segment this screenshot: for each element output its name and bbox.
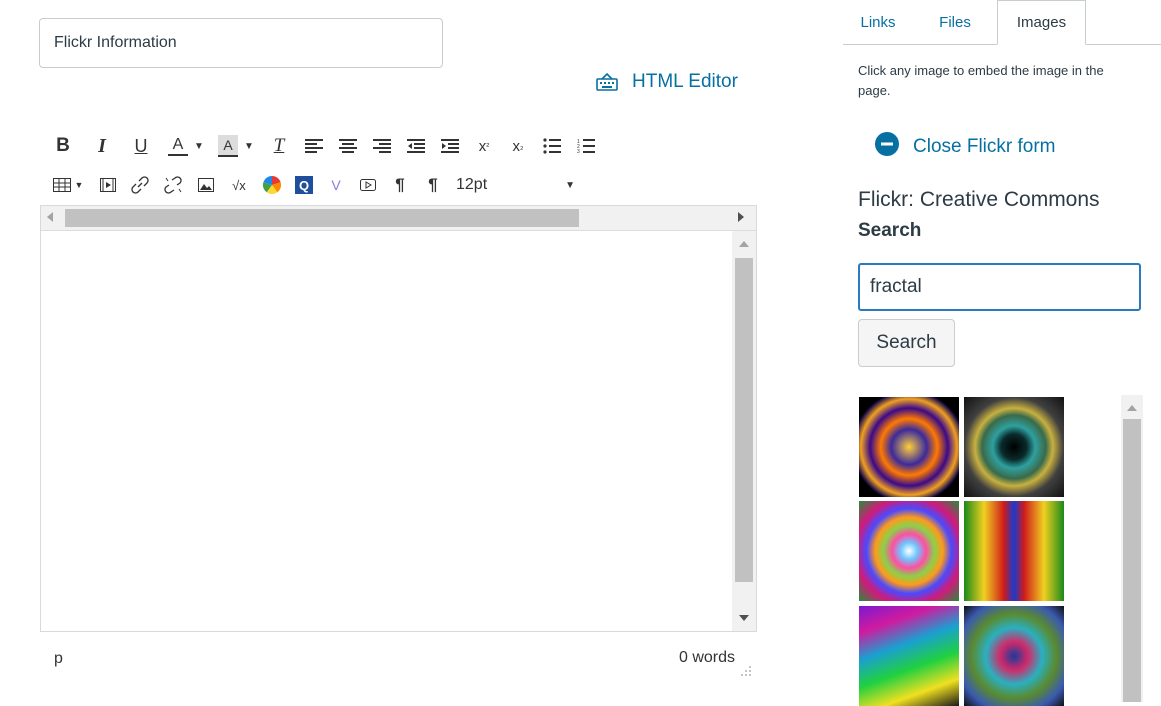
svg-text:3: 3 — [577, 149, 580, 154]
font-size-select[interactable]: 12pt — [456, 172, 487, 198]
flickr-image-thumbnail[interactable] — [859, 606, 959, 706]
flickr-search-input[interactable] — [858, 263, 1141, 311]
flickr-heading: Flickr: Creative Commons — [858, 188, 1100, 211]
chevron-down-icon[interactable]: ▼ — [74, 172, 84, 198]
align-right-icon[interactable] — [372, 133, 392, 159]
scroll-down-icon[interactable] — [739, 615, 749, 621]
italic-icon[interactable]: I — [92, 133, 112, 159]
image-list-scroll-thumb[interactable] — [1123, 419, 1141, 702]
bullet-list-icon[interactable] — [542, 133, 562, 159]
toolbar-row-1: B I U A ▼ A ▼ T x² x₂ 123 — [52, 133, 596, 159]
scroll-up-icon[interactable] — [1127, 405, 1137, 411]
text-color-icon[interactable]: A — [168, 136, 188, 156]
table-icon[interactable] — [52, 172, 72, 198]
close-flickr-label: Close Flickr form — [913, 136, 1056, 157]
flickr-image-thumbnail[interactable] — [964, 397, 1064, 497]
flickr-image-thumbnail[interactable] — [964, 501, 1064, 601]
html-editor-link[interactable]: HTML Editor — [596, 71, 738, 93]
link-icon[interactable] — [130, 172, 150, 198]
horizontal-scrollbar[interactable] — [41, 206, 756, 231]
align-center-icon[interactable] — [338, 133, 358, 159]
html-editor-label: HTML Editor — [632, 71, 738, 92]
unlink-icon[interactable] — [162, 172, 184, 198]
indent-icon[interactable] — [440, 133, 460, 159]
ltr-paragraph-icon[interactable]: ¶ — [390, 172, 410, 198]
flickr-image-thumbnail[interactable] — [859, 397, 959, 497]
bold-icon[interactable]: B — [52, 133, 74, 159]
rtl-paragraph-icon[interactable]: ¶ — [422, 172, 444, 198]
search-label: Search — [858, 220, 922, 241]
search-button[interactable]: Search — [858, 319, 955, 367]
subscript-icon[interactable]: x₂ — [508, 133, 528, 159]
element-path[interactable]: p — [54, 650, 63, 668]
toolbar-row-2: ▼ √x Q V ¶ ¶ 12pt ▼ — [52, 172, 575, 198]
chevron-down-icon[interactable]: ▼ — [194, 133, 204, 159]
resize-handle-icon[interactable] — [740, 664, 752, 682]
page-title-input[interactable] — [39, 18, 443, 68]
underline-icon[interactable]: U — [132, 133, 150, 159]
scroll-right-icon[interactable] — [738, 212, 744, 222]
word-count: 0 words — [679, 649, 736, 666]
vertical-scrollbar[interactable] — [732, 231, 756, 631]
clear-formatting-icon[interactable]: T — [268, 133, 290, 159]
superscript-icon[interactable]: x² — [474, 133, 494, 159]
background-color-icon[interactable]: A — [218, 135, 238, 157]
svg-text:Q: Q — [299, 178, 309, 193]
chevron-down-icon[interactable]: ▼ — [565, 172, 575, 198]
flickr-image-thumbnail[interactable] — [964, 606, 1064, 706]
vertical-scroll-thumb[interactable] — [735, 258, 753, 582]
scroll-up-icon[interactable] — [739, 241, 749, 247]
horizontal-scroll-thumb[interactable] — [65, 209, 579, 227]
embed-help-text: Click any image to embed the image in th… — [858, 63, 1104, 98]
rich-text-editor-area[interactable] — [40, 205, 757, 632]
close-flickr-form-link[interactable]: Close Flickr form — [875, 132, 1056, 162]
equation-icon[interactable]: √x — [228, 172, 250, 198]
keyboard-icon — [596, 73, 618, 91]
flickr-image-thumbnail[interactable] — [859, 501, 959, 601]
youtube-icon[interactable] — [358, 172, 378, 198]
color-wheel-icon[interactable] — [262, 172, 282, 198]
media-icon[interactable] — [98, 172, 118, 198]
chevron-down-icon[interactable]: ▼ — [244, 133, 254, 159]
scroll-left-icon[interactable] — [47, 212, 53, 222]
align-left-icon[interactable] — [304, 133, 324, 159]
vimeo-icon[interactable]: V — [326, 172, 346, 198]
outdent-icon[interactable] — [406, 133, 426, 159]
tab-images[interactable]: Images — [997, 0, 1086, 45]
content-tabs: Links Files Images — [843, 0, 1161, 45]
tab-links[interactable]: Links — [843, 0, 913, 44]
image-icon[interactable] — [196, 172, 216, 198]
image-list-scrollbar[interactable] — [1121, 395, 1143, 702]
minus-circle-icon — [875, 132, 899, 162]
numbered-list-icon[interactable]: 123 — [576, 133, 596, 159]
quiz-icon[interactable]: Q — [294, 172, 314, 198]
tab-files[interactable]: Files — [913, 0, 997, 44]
